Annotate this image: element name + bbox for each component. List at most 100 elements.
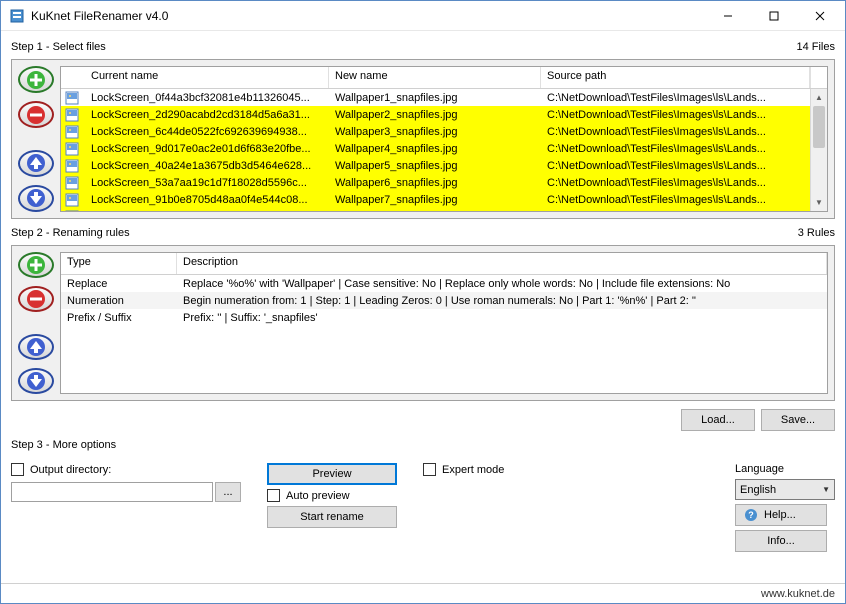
cell-rule-type: Replace: [61, 278, 177, 290]
main-window: KuKnet FileRenamer v4.0 Step 1 - Select …: [0, 0, 846, 604]
close-button[interactable]: [797, 2, 843, 30]
language-combo[interactable]: English ▼: [735, 479, 835, 500]
add-files-button[interactable]: [18, 66, 54, 93]
rules-table[interactable]: Type Description ReplaceReplace '%o%' wi…: [60, 252, 828, 394]
cell-current-name: LockScreen_40a24e1a3675db3d5464e628...: [85, 160, 329, 172]
status-url[interactable]: www.kuknet.de: [761, 588, 835, 600]
cell-new-name: Wallpaper2_snapfiles.jpg: [329, 109, 541, 121]
files-table-header: Current name New name Source path: [61, 67, 827, 89]
col-current-name[interactable]: Current name: [85, 67, 329, 88]
col-new-name[interactable]: New name: [329, 67, 541, 88]
col-description[interactable]: Description: [177, 253, 827, 274]
expert-mode-label: Expert mode: [442, 464, 504, 476]
remove-rule-button[interactable]: [18, 286, 54, 312]
table-row[interactable]: NumerationBegin numeration from: 1 | Ste…: [61, 292, 827, 309]
cell-source-path: C:\NetDownload\TestFiles\Images\ls\Lands…: [541, 143, 827, 155]
files-table-body[interactable]: LockScreen_0f44a3bcf32081e4b11326045...W…: [61, 89, 827, 211]
table-row[interactable]: LockScreen_0f44a3bcf32081e4b11326045...W…: [61, 89, 827, 106]
step3-header: Step 3 - More options: [11, 439, 835, 451]
add-rule-button[interactable]: [18, 252, 54, 278]
expert-group: Expert mode: [423, 463, 719, 552]
file-icon: [61, 210, 85, 212]
step1-label: Step 1 - Select files: [11, 41, 106, 53]
table-row[interactable]: LockScreen_40a24e1a3675db3d5464e628...Wa…: [61, 157, 827, 174]
table-row[interactable]: LockScreen_91b0e8705d48aa0f4e544c08...Wa…: [61, 191, 827, 208]
step1-panel: Current name New name Source path LockSc…: [11, 59, 835, 219]
expert-mode-checkbox[interactable]: [423, 463, 436, 476]
auto-preview-checkbox[interactable]: [267, 489, 280, 502]
output-dir-input[interactable]: [11, 482, 213, 502]
step2-header: Step 2 - Renaming rules 3 Rules: [11, 227, 835, 239]
help-button[interactable]: ? Help...: [735, 504, 827, 526]
browse-button[interactable]: ...: [215, 482, 241, 502]
file-icon: [61, 108, 85, 122]
rules-table-header: Type Description: [61, 253, 827, 275]
cell-new-name: Wallpaper1_snapfiles.jpg: [329, 92, 541, 104]
output-dir-label: Output directory:: [30, 464, 111, 476]
cell-new-name: Wallpaper8_snapfiles.jpg: [329, 211, 541, 212]
step1-buttons: [18, 66, 54, 212]
svg-text:?: ?: [748, 510, 754, 520]
auto-preview-label: Auto preview: [286, 490, 350, 502]
file-icon: [61, 193, 85, 207]
maximize-button[interactable]: [751, 2, 797, 30]
col-source-path[interactable]: Source path: [541, 67, 810, 88]
table-row[interactable]: LockScreen_6c44de0522fc692639694938...Wa…: [61, 123, 827, 140]
step2-panel: Type Description ReplaceReplace '%o%' wi…: [11, 245, 835, 401]
scroll-down-icon[interactable]: ▼: [811, 194, 827, 211]
start-rename-button[interactable]: Start rename: [267, 506, 397, 528]
col-type[interactable]: Type: [61, 253, 177, 274]
help-icon: ?: [744, 508, 758, 522]
content-area: Step 1 - Select files 14 Files Current n…: [1, 31, 845, 583]
step2-buttons: [18, 252, 54, 394]
scroll-thumb[interactable]: [813, 106, 825, 148]
move-rule-up-button[interactable]: [18, 334, 54, 360]
output-dir-group: Output directory: ...: [11, 463, 241, 552]
output-dir-checkbox[interactable]: [11, 463, 24, 476]
remove-files-button[interactable]: [18, 101, 54, 128]
cell-source-path: C:\NetDownload\TestFiles\Images\ls\Lands…: [541, 211, 827, 212]
rules-table-body[interactable]: ReplaceReplace '%o%' with 'Wallpaper' | …: [61, 275, 827, 393]
cell-current-name: LockScreen_53a7aa19c1d7f18028d5596c...: [85, 177, 329, 189]
move-rule-down-button[interactable]: [18, 368, 54, 394]
cell-rule-type: Prefix / Suffix: [61, 312, 177, 324]
table-row[interactable]: LockScreen_2d290acabd2cd3184d5a6a31...Wa…: [61, 106, 827, 123]
step1-header: Step 1 - Select files 14 Files: [11, 41, 835, 53]
table-row[interactable]: LockScreen_9d017e0ac2e01d6f683e20fbe...W…: [61, 140, 827, 157]
step1-count: 14 Files: [796, 41, 835, 53]
table-row[interactable]: Prefix / SuffixPrefix: '' | Suffix: '_sn…: [61, 309, 827, 326]
info-button[interactable]: Info...: [735, 530, 827, 552]
file-icon: [61, 159, 85, 173]
cell-source-path: C:\NetDownload\TestFiles\Images\ls\Lands…: [541, 92, 827, 104]
cell-source-path: C:\NetDownload\TestFiles\Images\ls\Lands…: [541, 177, 827, 189]
move-file-down-button[interactable]: [18, 185, 54, 212]
table-row[interactable]: LockScreen_97fc2bf9390c081bdbfbce267...W…: [61, 208, 827, 211]
step3-label: Step 3 - More options: [11, 439, 116, 451]
cell-source-path: C:\NetDownload\TestFiles\Images\ls\Lands…: [541, 109, 827, 121]
cell-new-name: Wallpaper7_snapfiles.jpg: [329, 194, 541, 206]
files-table[interactable]: Current name New name Source path LockSc…: [60, 66, 828, 212]
file-icon: [61, 142, 85, 156]
files-scrollbar[interactable]: ▲ ▼: [810, 89, 827, 211]
cell-rule-desc: Prefix: '' | Suffix: '_snapfiles': [177, 312, 827, 324]
load-rules-button[interactable]: Load...: [681, 409, 755, 431]
move-file-up-button[interactable]: [18, 150, 54, 177]
file-icon: [61, 176, 85, 190]
cell-current-name: LockScreen_97fc2bf9390c081bdbfbce267...: [85, 211, 329, 212]
cell-current-name: LockScreen_2d290acabd2cd3184d5a6a31...: [85, 109, 329, 121]
language-group: Language English ▼ ? Help... Info...: [735, 463, 835, 552]
titlebar: KuKnet FileRenamer v4.0: [1, 1, 845, 31]
scroll-up-icon[interactable]: ▲: [811, 89, 827, 106]
cell-current-name: LockScreen_6c44de0522fc692639694938...: [85, 126, 329, 138]
minimize-button[interactable]: [705, 2, 751, 30]
window-controls: [705, 2, 843, 30]
cell-new-name: Wallpaper4_snapfiles.jpg: [329, 143, 541, 155]
language-label: Language: [735, 463, 835, 475]
table-row[interactable]: ReplaceReplace '%o%' with 'Wallpaper' | …: [61, 275, 827, 292]
table-row[interactable]: LockScreen_53a7aa19c1d7f18028d5596c...Wa…: [61, 174, 827, 191]
file-icon: [61, 91, 85, 105]
step2-label: Step 2 - Renaming rules: [11, 227, 130, 239]
save-rules-button[interactable]: Save...: [761, 409, 835, 431]
cell-current-name: LockScreen_91b0e8705d48aa0f4e544c08...: [85, 194, 329, 206]
preview-button[interactable]: Preview: [267, 463, 397, 485]
